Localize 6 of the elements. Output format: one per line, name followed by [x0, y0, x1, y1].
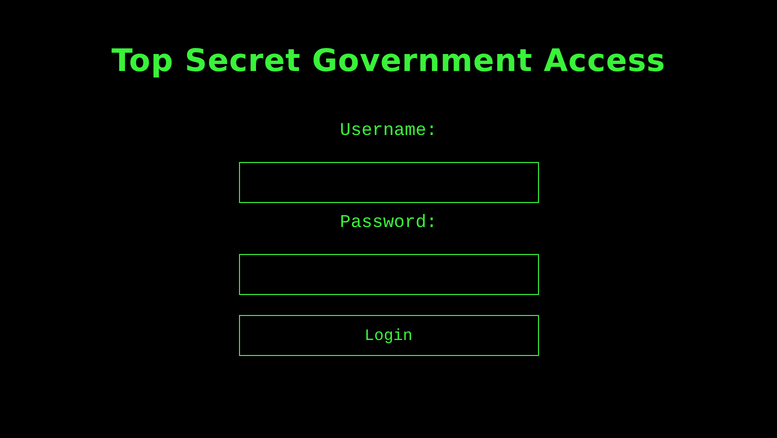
input-field[interactable] — [238, 254, 538, 295]
login-button[interactable]: Login — [238, 315, 538, 356]
field-label: Username: — [340, 121, 438, 141]
page-title: Top Secret Government Access — [112, 42, 666, 81]
input-field[interactable] — [238, 162, 538, 203]
field-label: Password: — [340, 213, 438, 233]
